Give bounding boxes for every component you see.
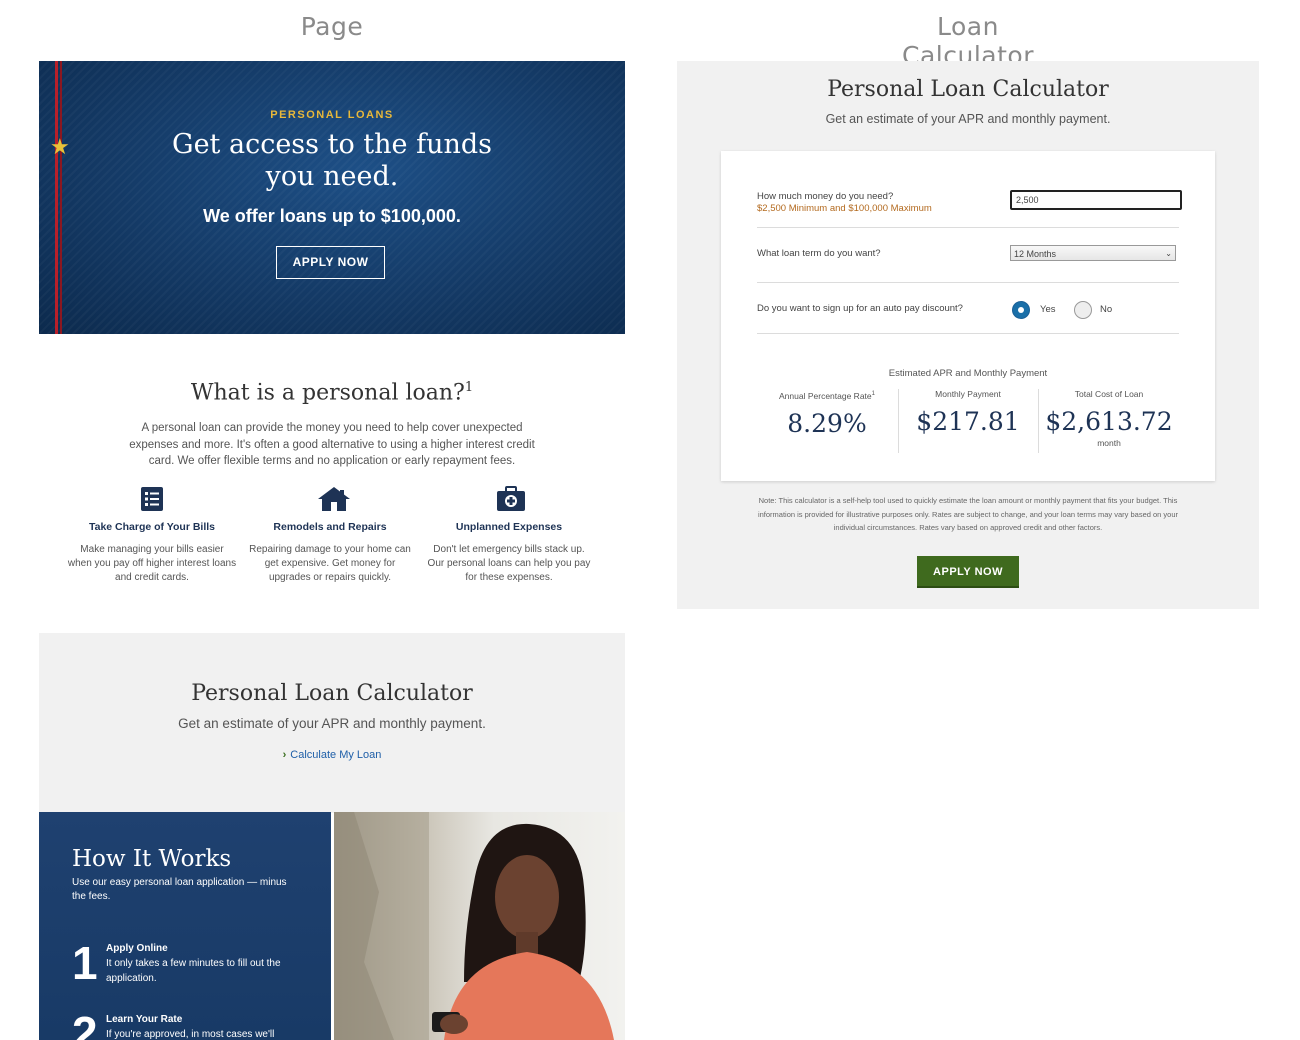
autopay-question: Do you want to sign up for an auto pay d…: [757, 303, 963, 314]
term-question: What loan term do you want?: [757, 248, 881, 259]
calculator-card: How much money do you need? $2,500 Minim…: [721, 151, 1215, 481]
results-title: Estimated APR and Monthly Payment: [888, 368, 1048, 379]
calculator-title: Personal Loan Calculator: [827, 77, 1109, 102]
feature-title: Take Charge of Your Bills: [88, 521, 216, 533]
autopay-row: Do you want to sign up for an auto pay d…: [757, 283, 1179, 334]
loan-amount-input[interactable]: 2,500: [1010, 190, 1182, 210]
step-number: 2: [72, 1007, 98, 1040]
page-column-title: Page: [300, 12, 364, 41]
step-title: Learn Your Rate: [106, 1014, 183, 1025]
woman-with-phone-photo: [334, 812, 625, 1040]
calculator-subtitle: Get an estimate of your APR and monthly …: [825, 112, 1111, 126]
monthly-label: Monthly Payment: [935, 389, 1001, 399]
feature-desc: Don't let emergency bills stack up. Our …: [427, 544, 591, 583]
hero-headline: Get access to the funds you need.: [39, 129, 625, 193]
hero-red-stripe: [55, 61, 58, 334]
house-icon: [316, 485, 350, 513]
chevron-right-icon: ›: [282, 749, 287, 761]
feature-desc: Make managing your bills easier when you…: [67, 544, 237, 583]
apr-value: 8.29%: [787, 409, 867, 438]
chevron-down-icon: ⌄: [1165, 249, 1172, 258]
amount-row: How much money do you need? $2,500 Minim…: [757, 177, 1182, 228]
monthly-value: $217.81: [916, 407, 1020, 436]
loan-calculator-panel: Personal Loan Calculator Get an estimate…: [677, 61, 1259, 609]
how-title: How It Works: [72, 846, 232, 872]
step-number: 1: [72, 937, 98, 989]
what-title-text: What is a personal loan?: [190, 380, 465, 406]
feature-unplanned: Unplanned Expenses Don't let emergency b…: [424, 485, 594, 585]
total-unit: month: [1097, 438, 1121, 448]
calculate-link-label[interactable]: Calculate My Loan: [290, 749, 381, 761]
medical-kit-icon: [495, 485, 525, 513]
hero-headline-line2: you need.: [265, 161, 399, 192]
autopay-yes-radio[interactable]: [1012, 301, 1030, 319]
feature-bills: Take Charge of Your Bills Make managing …: [67, 485, 237, 585]
footnote-marker[interactable]: 1: [465, 380, 473, 395]
loan-term-select[interactable]: 12 Months ⌄: [1010, 245, 1176, 261]
step-title: Apply Online: [106, 943, 168, 954]
what-description: A personal loan can provide the money yo…: [129, 422, 535, 467]
calculator-teaser: Personal Loan Calculator Get an estimate…: [39, 633, 625, 813]
feature-remodels: Remodels and Repairs Repairing damage to…: [245, 485, 415, 585]
hero-apply-now-button[interactable]: APPLY NOW: [276, 246, 385, 279]
apr-label-text: Annual Percentage Rate: [779, 391, 872, 401]
total-result: Total Cost of Loan $2,613.72 month: [1039, 389, 1179, 448]
autopay-no-radio[interactable]: [1074, 301, 1092, 319]
feature-desc: Repairing damage to your home can get ex…: [249, 544, 411, 583]
feature-title: Unplanned Expenses: [455, 521, 563, 533]
calculate-my-loan-link[interactable]: › Calculate My Loan: [39, 749, 625, 761]
loan-term-value: 12 Months: [1014, 249, 1057, 259]
amount-hint: $2,500 Minimum and $100,000 Maximum: [757, 203, 932, 214]
section-title-what-is: What is a personal loan?1: [39, 380, 625, 405]
hero-headline-line1: Get access to the funds: [172, 129, 492, 160]
teaser-title: Personal Loan Calculator: [191, 681, 473, 706]
how-subtitle: Use our easy personal loan application —…: [72, 877, 287, 902]
apr-footnote: 1: [871, 391, 875, 398]
amount-question: How much money do you need?: [757, 191, 894, 202]
hero-banner: ★ PERSONAL LOANS Get access to the funds…: [39, 61, 625, 334]
term-row: What loan term do you want? 12 Months ⌄: [757, 228, 1179, 283]
calculator-note: Note: This calculator is a self-help too…: [757, 496, 1179, 532]
hero-subhead: We offer loans up to $100,000.: [203, 206, 461, 226]
step-desc: It only takes a few minutes to fill out …: [106, 958, 281, 984]
total-value: $2,613.72: [1045, 407, 1173, 436]
step-desc: If you're approved, in most cases we'll: [106, 1029, 275, 1040]
teaser-subtitle: Get an estimate of your APR and monthly …: [178, 716, 486, 731]
apr-label: Annual Percentage Rate1: [757, 391, 897, 403]
total-label: Total Cost of Loan: [1074, 389, 1144, 399]
apr-result: Annual Percentage Rate1 8.29%: [757, 389, 897, 438]
autopay-no-label[interactable]: No: [1100, 304, 1112, 315]
feature-title: Remodels and Repairs: [273, 521, 387, 533]
hero-red-stripe-thin: [60, 61, 62, 334]
monthly-result: Monthly Payment $217.81: [898, 389, 1038, 436]
hero-eyebrow: PERSONAL LOANS: [270, 109, 394, 121]
checklist-icon: [138, 485, 166, 513]
calculator-apply-now-button[interactable]: APPLY NOW: [917, 556, 1019, 588]
how-it-works-section: How It Works Use our easy personal loan …: [39, 812, 331, 1040]
autopay-yes-label[interactable]: Yes: [1040, 304, 1056, 315]
